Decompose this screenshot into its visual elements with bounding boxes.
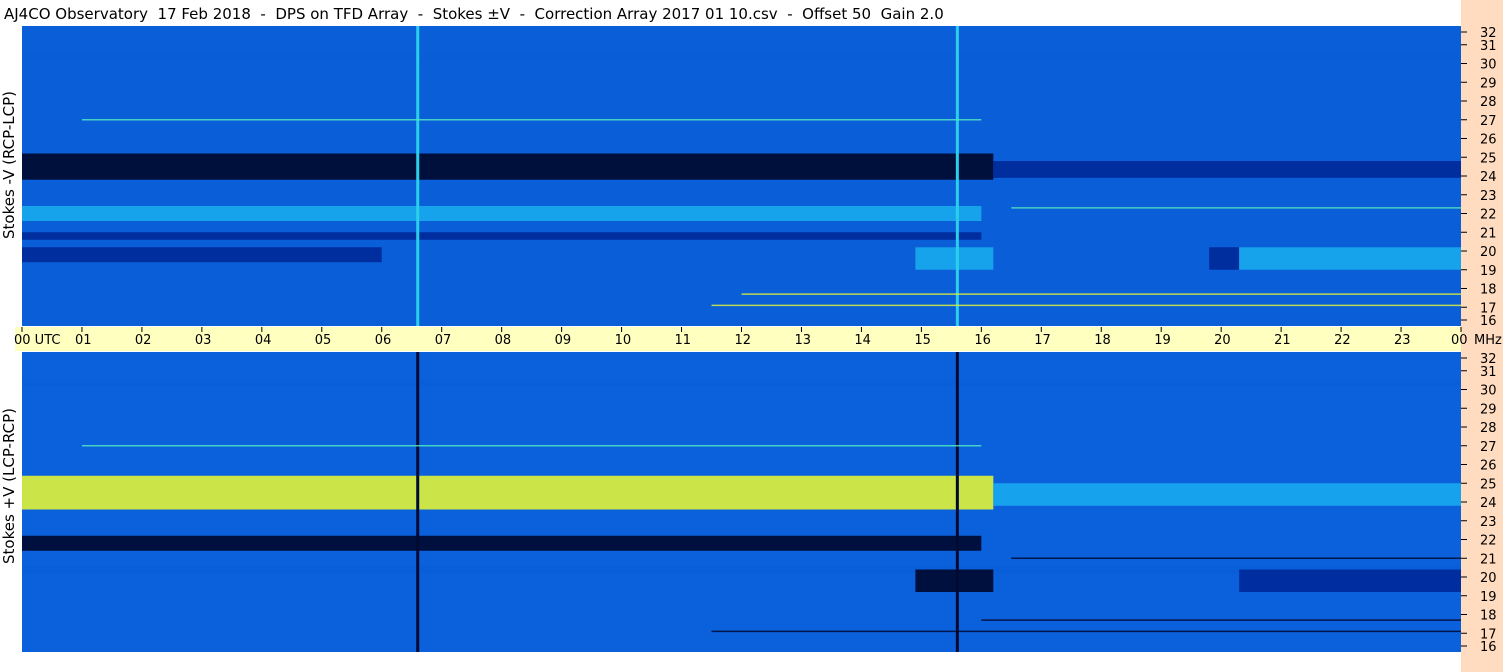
heatmap-band <box>1209 247 1240 270</box>
stokes-plus-v-heatmap-svg <box>22 352 1461 652</box>
heatmap-band <box>22 475 994 510</box>
heatmap-band <box>22 206 982 221</box>
heatmap-band <box>22 153 994 180</box>
heatmap-band <box>22 380 1461 386</box>
heatmap-band <box>1239 569 1461 592</box>
heatmap-band <box>22 535 982 551</box>
figure-title: AJ4CO Observatory 17 Feb 2018 - DPS on T… <box>4 5 944 23</box>
heatmap-band <box>915 569 994 592</box>
heatmap-band <box>993 483 1461 506</box>
stokes-minus-v-heatmap-svg <box>22 26 1461 326</box>
heatmap-band <box>915 247 994 270</box>
heatmap-band <box>993 161 1461 178</box>
heatmap-band <box>22 54 1461 60</box>
heatmap-band <box>22 232 982 240</box>
stokes-minus-v-spectrogram <box>22 26 1461 326</box>
heatmap-band <box>22 247 382 263</box>
spectrogram-figure: AJ4CO Observatory 17 Feb 2018 - DPS on T… <box>0 0 1503 672</box>
utc-time-axis <box>15 327 1461 351</box>
heatmap-band <box>1239 247 1461 270</box>
stokes-plus-v-spectrogram <box>22 352 1461 652</box>
top-panel-ylabel: Stokes -V (RCP-LCP) <box>0 91 18 239</box>
bottom-panel-ylabel: Stokes +V (LCP-RCP) <box>0 408 18 564</box>
frequency-axis-strip <box>1461 0 1503 672</box>
